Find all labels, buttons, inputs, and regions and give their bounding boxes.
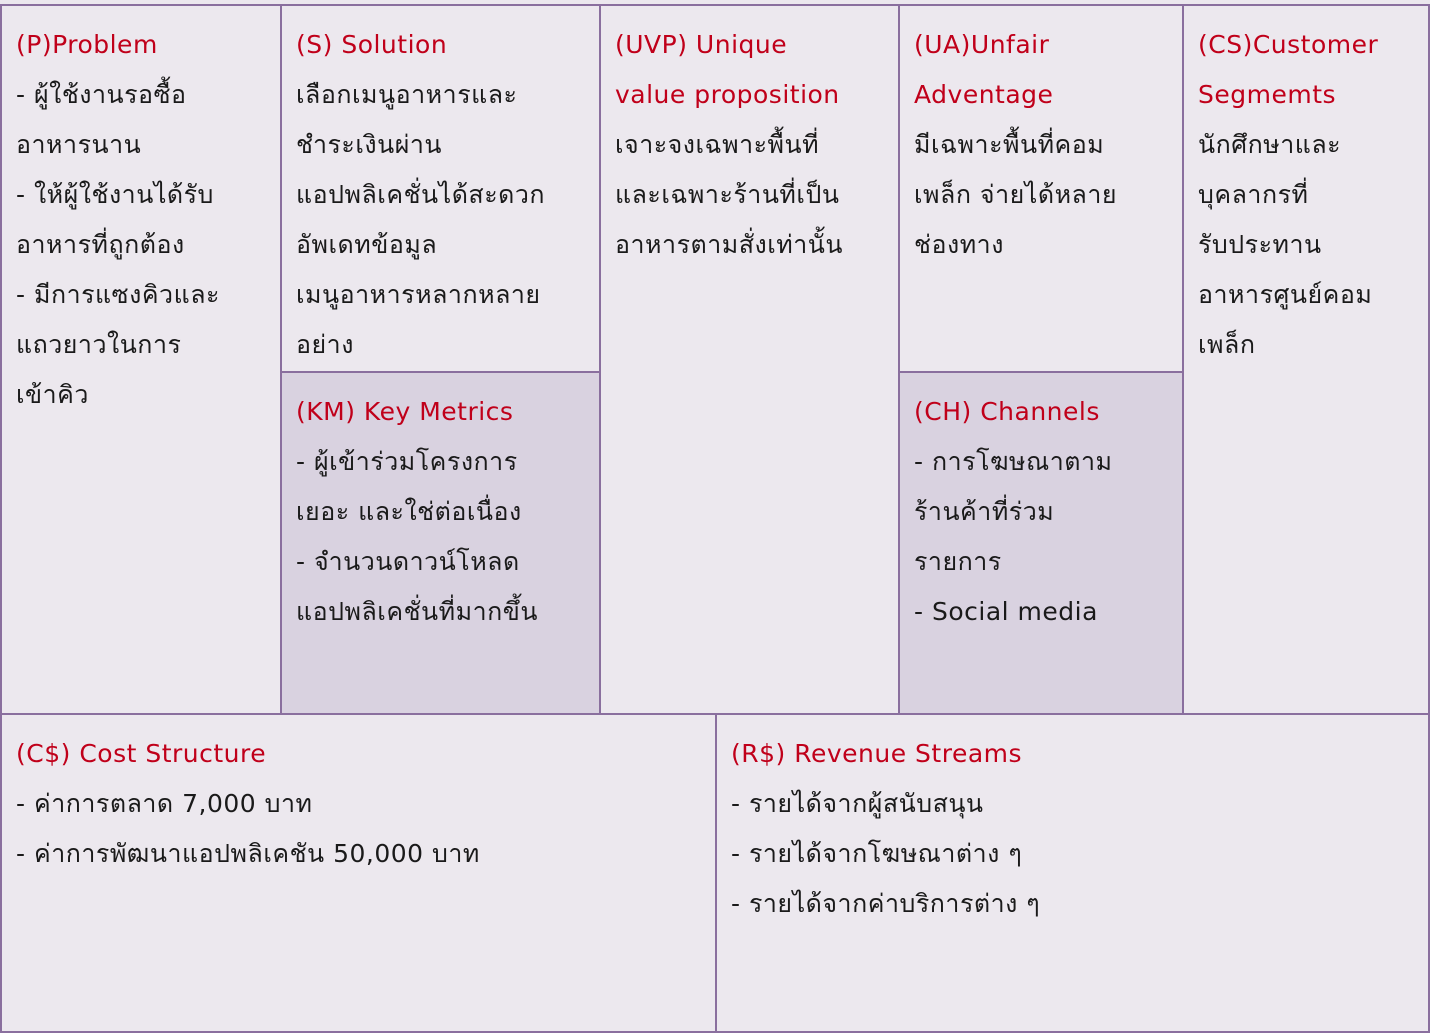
solution-line: ชำระเงินผ่าน [296, 130, 442, 159]
cost-structure-line: - ค่าการตลาด 7,000 บาท [16, 789, 313, 818]
key-metrics-line: เยอะ และใช่ต่อเนื่อง [296, 497, 522, 526]
customer-segments-line: นักศึกษาและ [1198, 130, 1342, 159]
problem-line: อาหารนาน [16, 130, 142, 159]
solution-line: เมนูอาหารหลากหลาย [296, 280, 541, 309]
customer-segments-line: รับประทาน [1198, 230, 1322, 259]
customer-segments-line: อาหารศูนย์คอม [1198, 280, 1373, 309]
customer-segments-line: เพล็ก [1198, 330, 1256, 359]
unfair-advantage-title: (UA)Unfair [914, 30, 1050, 59]
revenue-streams-title: (R$) Revenue Streams [731, 739, 1023, 768]
solution-line: อย่าง [296, 330, 354, 359]
unfair-advantage-title: Adventage [914, 80, 1054, 109]
problem-line: - ให้ผู้ใช้งานได้รับ [16, 180, 214, 209]
lean-canvas: (P)Problem - ผู้ใช้งานรอซื้อ อาหารนาน - … [0, 0, 1430, 1033]
customer-segments-block: (CS)Customer Segmemts นักศึกษาและ บุคลาก… [1182, 4, 1430, 715]
unfair-advantage-line: ช่องทาง [914, 230, 1004, 259]
uvp-line: และเฉพาะร้านที่เป็น [615, 180, 840, 209]
solution-title: (S) Solution [296, 30, 448, 59]
uvp-line: เจาะจงเฉพาะพื้นที่ [615, 130, 820, 159]
problem-line: - ผู้ใช้งานรอซื้อ [16, 80, 187, 109]
channels-line: - Social media [914, 597, 1098, 626]
channels-line: ร้านค้าที่ร่วม [914, 497, 1055, 526]
solution-line: เลือกเมนูอาหารและ [296, 80, 518, 109]
revenue-streams-block: (R$) Revenue Streams - รายได้จากผู้สนับส… [715, 713, 1430, 1033]
problem-block: (P)Problem - ผู้ใช้งานรอซื้อ อาหารนาน - … [0, 4, 282, 715]
channels-line: - การโฆษณาตาม [914, 447, 1113, 476]
problem-line: อาหารที่ถูกต้อง [16, 230, 185, 259]
key-metrics-line: แอปพลิเคชั่นที่มากขึ้น [296, 597, 538, 626]
key-metrics-title: (KM) Key Metrics [296, 397, 514, 426]
key-metrics-block: (KM) Key Metrics - ผู้เข้าร่วมโครงการ เย… [280, 371, 601, 715]
unfair-advantage-line: มีเฉพาะพื้นที่คอม [914, 130, 1105, 159]
problem-line: แถวยาวในการ [16, 330, 182, 359]
uvp-title: value proposition [615, 80, 840, 109]
uvp-line: อาหารตามสั่งเท่านั้น [615, 230, 843, 259]
uvp-title: (UVP) Unique [615, 30, 788, 59]
key-metrics-line: - จำนวนดาวน์โหลด [296, 547, 520, 576]
unfair-advantage-block: (UA)Unfair Adventage มีเฉพาะพื้นที่คอม เ… [898, 4, 1184, 373]
revenue-streams-line: - รายได้จากโฆษณาต่าง ๆ [731, 839, 1023, 868]
customer-segments-title: (CS)Customer [1198, 30, 1379, 59]
customer-segments-line: บุคลากรที่ [1198, 180, 1309, 209]
cost-structure-line: - ค่าการพัฒนาแอปพลิเคชัน 50,000 บาท [16, 839, 480, 868]
uvp-block: (UVP) Unique value proposition เจาะจงเฉพ… [599, 4, 900, 715]
solution-block: (S) Solution เลือกเมนูอาหารและ ชำระเงินผ… [280, 4, 601, 373]
solution-line: แอปพลิเคชั่นได้สะดวก [296, 180, 546, 209]
problem-line: - มีการแซงคิวและ [16, 280, 220, 309]
channels-title: (CH) Channels [914, 397, 1100, 426]
channels-block: (CH) Channels - การโฆษณาตาม ร้านค้าที่ร่… [898, 371, 1184, 715]
channels-line: รายการ [914, 547, 1002, 576]
cost-structure-title: (C$) Cost Structure [16, 739, 267, 768]
revenue-streams-line: - รายได้จากค่าบริการต่าง ๆ [731, 889, 1041, 918]
problem-line: เข้าคิว [16, 380, 89, 409]
customer-segments-title: Segmemts [1198, 80, 1337, 109]
unfair-advantage-line: เพล็ก จ่ายได้หลาย [914, 180, 1118, 209]
solution-line: อัพเดทข้อมูล [296, 230, 438, 259]
problem-title: (P)Problem [16, 30, 158, 59]
cost-structure-block: (C$) Cost Structure - ค่าการตลาด 7,000 บ… [0, 713, 717, 1033]
key-metrics-line: - ผู้เข้าร่วมโครงการ [296, 447, 518, 476]
revenue-streams-line: - รายได้จากผู้สนับสนุน [731, 789, 984, 818]
